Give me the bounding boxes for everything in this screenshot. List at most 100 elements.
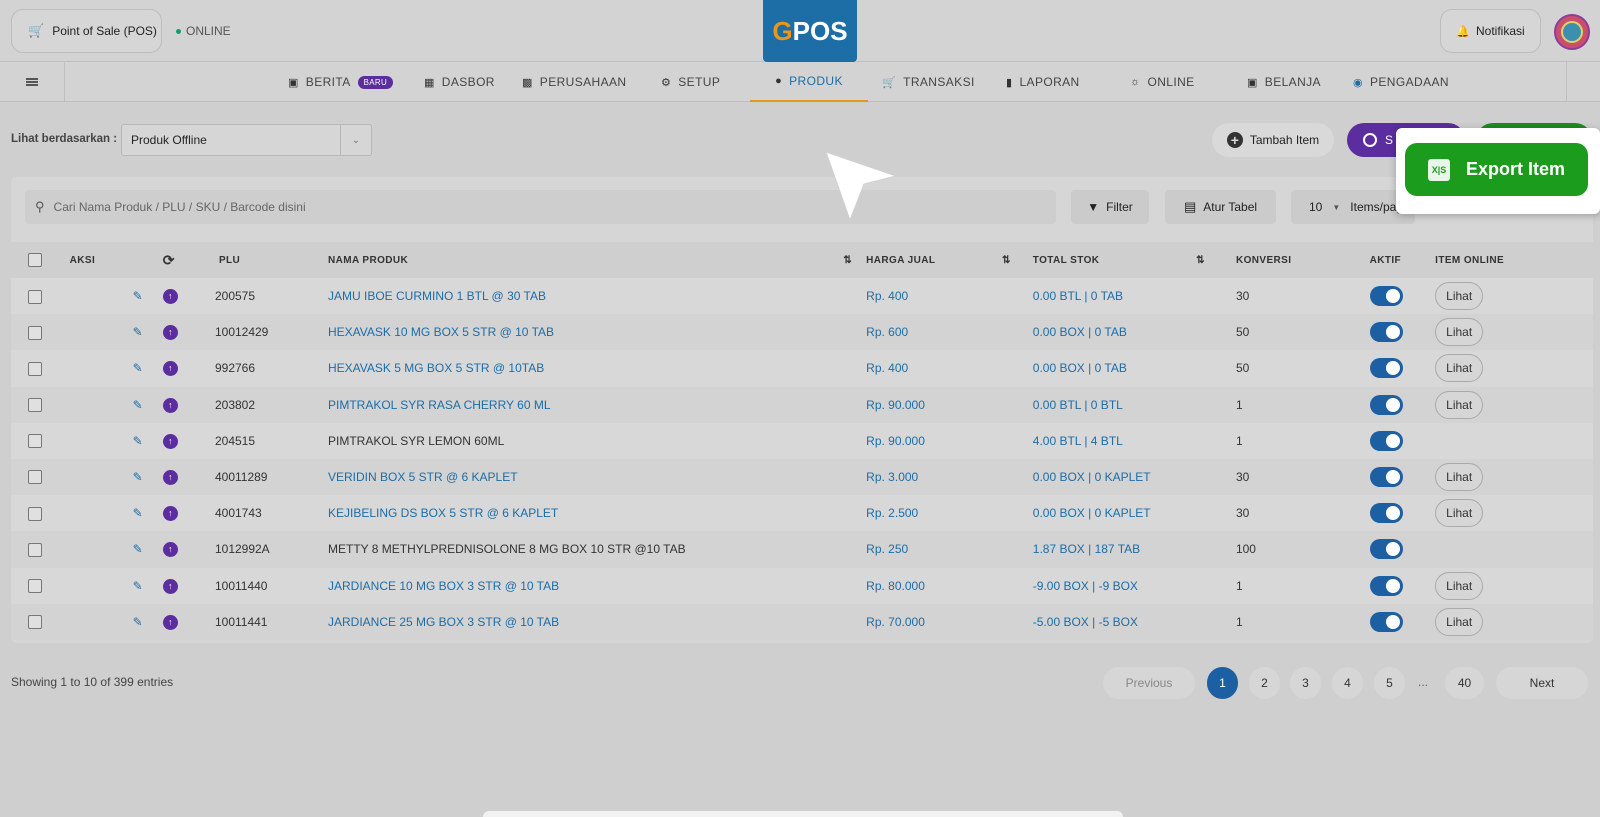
nav-item-setup[interactable]: ⚙ SETUP (661, 62, 720, 102)
table-row[interactable]: ✎ ↑ 10011440 JARDIANCE 10 MG BOX 3 STR @ 10… (11, 567, 1593, 604)
table-row[interactable]: ✎ ↑ 4001743 KEJIBELING DS BOX 5 STR @ 6 KAP… (11, 495, 1593, 532)
page-button-4[interactable]: 4 (1332, 667, 1363, 699)
upload-icon[interactable]: ↑ (162, 397, 178, 413)
upload-icon[interactable]: ↑ (162, 361, 178, 377)
table-row[interactable]: ✎ ↑ 40011289 VERIDIN BOX 5 STR @ 6 KAPLET Rp… (11, 458, 1593, 496)
header-nama-produk[interactable]: NAMA PRODUK ⇅ (317, 242, 857, 278)
upload-icon[interactable]: ↑ (162, 470, 178, 486)
view-online-button[interactable]: Lihat (1435, 318, 1484, 347)
view-by-select[interactable]: Produk Offline ⌄ (121, 124, 372, 156)
upload-icon[interactable]: ↑ (162, 614, 178, 630)
page-button-2[interactable]: 2 (1249, 667, 1280, 699)
table-row[interactable]: ✎ ↑ 10012429 HEXAVASK 10 MG BOX 5 STR @ 10 … (11, 314, 1593, 351)
view-online-button[interactable]: Lihat (1435, 499, 1484, 528)
page-button-5[interactable]: 5 (1374, 667, 1405, 699)
row-checkbox[interactable] (28, 506, 42, 521)
edit-pencil-icon[interactable]: ✎ (133, 470, 143, 484)
row-checkbox[interactable] (28, 579, 42, 593)
table-row[interactable]: ✎ ↑ 203802 PIMTRAKOL SYR RASA CHERRY 60 ML R… (11, 386, 1593, 423)
edit-pencil-icon[interactable]: ✎ (133, 361, 143, 375)
active-toggle[interactable] (1369, 322, 1403, 343)
upload-icon[interactable]: ↑ (162, 578, 178, 594)
nav-item-laporan[interactable]: ▮ LAPORAN (1006, 62, 1080, 102)
export-item-button[interactable]: X|S Export Item (1405, 143, 1588, 196)
filter-button[interactable]: ▼ Filter (1071, 190, 1149, 224)
active-toggle[interactable] (1369, 358, 1403, 379)
row-product-name[interactable]: VERIDIN BOX 5 STR @ 6 KAPLET (317, 458, 857, 496)
select-all-checkbox[interactable] (28, 253, 42, 267)
row-product-name[interactable]: HEXAVASK 10 MG BOX 5 STR @ 10 TAB (317, 314, 857, 351)
nav-item-produk[interactable]: ● PRODUK (750, 62, 868, 102)
nav-item-berita[interactable]: ▣ BERITA BARU (288, 62, 394, 102)
gpos-logo[interactable]: G POS (763, 0, 857, 62)
previous-page-button[interactable]: Previous (1103, 667, 1195, 699)
upload-icon[interactable]: ↑ (162, 433, 178, 449)
row-product-name[interactable]: JAMU IBOE CURMINO 1 BTL @ 30 TAB (317, 278, 857, 315)
active-toggle[interactable] (1369, 430, 1403, 451)
upload-icon[interactable]: ↑ (162, 325, 178, 341)
active-toggle[interactable] (1369, 286, 1403, 307)
row-checkbox[interactable] (28, 542, 42, 557)
table-row[interactable]: ✎ ↑ 200575 JAMU IBOE CURMINO 1 BTL @ 30 TAB… (11, 278, 1593, 315)
row-checkbox[interactable] (28, 325, 42, 340)
nav-item-dasbor[interactable]: ▦ DASBOR (424, 62, 495, 102)
header-harga-jual[interactable]: HARGA JUAL ⇅ (856, 242, 1023, 278)
view-online-button[interactable]: Lihat (1435, 354, 1484, 383)
page-button-last[interactable]: 40 (1445, 667, 1484, 699)
edit-pencil-icon[interactable]: ✎ (133, 434, 143, 448)
page-button-1[interactable]: 1 (1207, 667, 1238, 699)
header-total-stok[interactable]: TOTAL STOK ⇅ (1022, 242, 1217, 278)
nav-item-pengadaan[interactable]: ◉ PENGADAAN (1353, 62, 1449, 102)
active-toggle[interactable] (1369, 611, 1403, 632)
view-online-button[interactable]: Lihat (1435, 571, 1484, 600)
nav-item-transaksi[interactable]: 🛒 TRANSAKSI (882, 62, 975, 102)
active-toggle[interactable] (1369, 467, 1403, 488)
row-checkbox[interactable] (28, 289, 42, 304)
edit-pencil-icon[interactable]: ✎ (133, 615, 143, 629)
edit-pencil-icon[interactable]: ✎ (133, 325, 143, 339)
sort-icon[interactable]: ⇅ (1002, 255, 1011, 266)
next-page-button[interactable]: Next (1496, 667, 1588, 699)
active-toggle[interactable] (1369, 394, 1403, 415)
edit-pencil-icon[interactable]: ✎ (133, 579, 143, 593)
upload-icon[interactable]: ↑ (162, 506, 178, 522)
avatar[interactable] (1554, 14, 1590, 50)
table-row[interactable]: ✎ ↑ 992766 HEXAVASK 5 MG BOX 5 STR @ 10TAB R… (11, 350, 1593, 387)
sort-icon[interactable]: ⇅ (843, 255, 852, 266)
row-product-name[interactable]: JARDIANCE 10 MG BOX 3 STR @ 10 TAB (317, 567, 857, 604)
hamburger-menu-button[interactable] (0, 62, 65, 102)
page-button-3[interactable]: 3 (1290, 667, 1321, 699)
nav-item-online[interactable]: ☼ ONLINE (1130, 62, 1195, 102)
add-item-button[interactable]: + Tambah Item (1212, 123, 1334, 157)
edit-pencil-icon[interactable]: ✎ (133, 542, 143, 556)
table-row[interactable]: ✎ ↑ 204515 PIMTRAKOL SYR LEMON 60ML Rp. 90.0… (11, 422, 1593, 459)
row-product-name[interactable]: PIMTRAKOL SYR RASA CHERRY 60 ML (317, 386, 857, 423)
pos-button[interactable]: 🛒 Point of Sale (POS) (11, 9, 162, 53)
active-toggle[interactable] (1369, 575, 1403, 596)
sort-icon[interactable]: ⇅ (1196, 255, 1205, 266)
table-row[interactable]: ✎ ↑ 10011441 JARDIANCE 25 MG BOX 3 STR @ 10… (11, 603, 1593, 640)
upload-icon[interactable]: ↑ (162, 289, 178, 305)
nav-item-perusahaan[interactable]: ▩ PERUSAHAAN (522, 62, 626, 102)
row-checkbox[interactable] (28, 470, 42, 485)
row-product-name[interactable]: JARDIANCE 25 MG BOX 3 STR @ 10 TAB (317, 603, 857, 640)
edit-pencil-icon[interactable]: ✎ (133, 506, 143, 520)
edit-pencil-icon[interactable]: ✎ (133, 398, 143, 412)
view-online-button[interactable]: Lihat (1435, 607, 1484, 636)
view-online-button[interactable]: Lihat (1435, 390, 1484, 419)
row-checkbox[interactable] (28, 434, 42, 449)
view-online-button[interactable]: Lihat (1435, 463, 1484, 492)
row-checkbox[interactable] (28, 361, 42, 376)
notification-button[interactable]: 🔔 Notifikasi (1440, 9, 1541, 53)
row-product-name[interactable]: KEJIBELING DS BOX 5 STR @ 6 KAPLET (317, 495, 857, 532)
row-checkbox[interactable] (28, 398, 42, 413)
table-row[interactable]: ✎ ↑ 1012992A METTY 8 METHYLPREDNISOLONE 8 M… (11, 531, 1593, 568)
active-toggle[interactable] (1369, 503, 1403, 524)
table-settings-button[interactable]: ▤ Atur Tabel (1165, 190, 1276, 224)
active-toggle[interactable] (1369, 539, 1403, 560)
upload-icon[interactable]: ↑ (162, 542, 178, 558)
row-checkbox[interactable] (28, 615, 42, 630)
edit-pencil-icon[interactable]: ✎ (133, 289, 143, 303)
nav-item-belanja[interactable]: ▣ BELANJA (1247, 62, 1321, 102)
view-online-button[interactable]: Lihat (1435, 282, 1484, 311)
